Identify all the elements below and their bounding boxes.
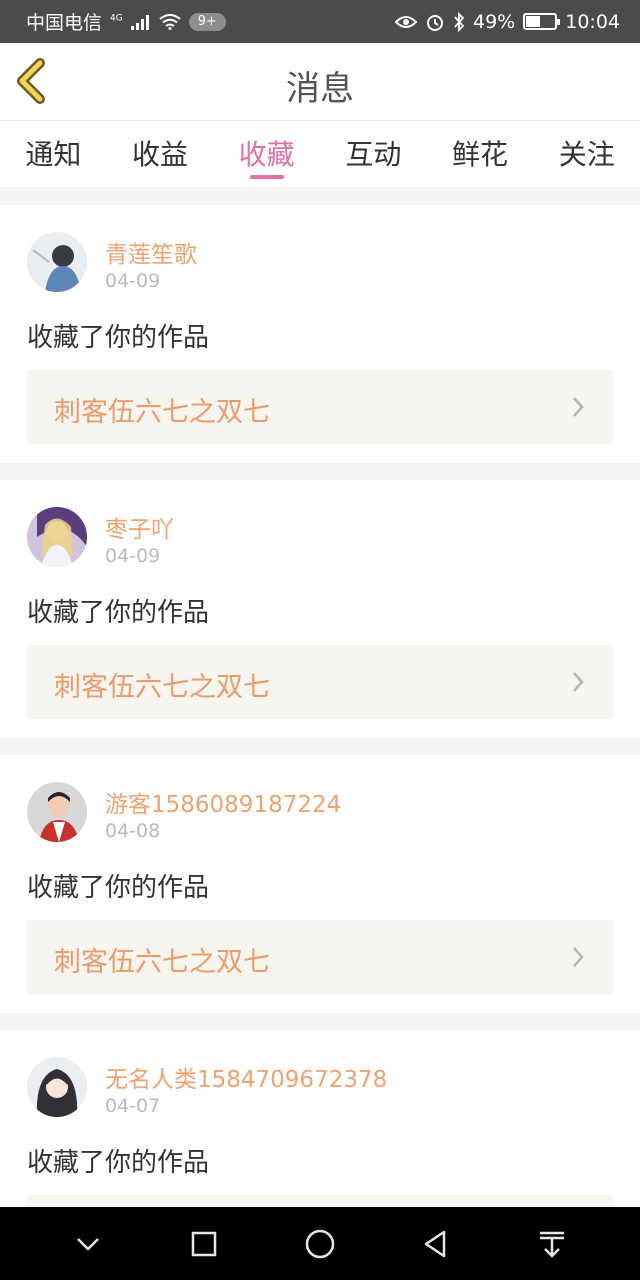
username[interactable]: 枣子吖 [105, 510, 174, 544]
nav-recent-icon[interactable] [184, 1224, 224, 1264]
message-date: 04-07 [105, 1095, 161, 1117]
signal-icon [130, 14, 149, 30]
message-list: 青莲笙歌 04-09 收藏了你的作品 刺客伍六七之双七 枣子吖 04-09 收藏… [0, 205, 640, 1280]
work-title: 刺客伍六七之双七 [54, 672, 270, 703]
page-title: 消息 [286, 69, 354, 109]
message-date: 04-09 [105, 545, 161, 567]
message-text: 收藏了你的作品 [27, 873, 210, 903]
tab-bar: 通知 收益 收藏 互动 鲜花 关注 [0, 121, 640, 187]
list-item: 青莲笙歌 04-09 收藏了你的作品 刺客伍六七之双七 [0, 205, 640, 463]
avatar[interactable] [27, 782, 87, 842]
username[interactable]: 无名人类1584709672378 [105, 1060, 387, 1094]
avatar[interactable] [27, 232, 87, 292]
network-type: 4G [110, 13, 123, 24]
list-item: 枣子吖 04-09 收藏了你的作品 刺客伍六七之双七 [0, 480, 640, 738]
status-right: 49% 10:04 [395, 11, 620, 33]
avatar[interactable] [27, 1057, 87, 1117]
alarm-icon [427, 14, 443, 31]
nav-back-icon[interactable] [416, 1224, 456, 1264]
work-link[interactable]: 刺客伍六七之双七 [27, 645, 613, 719]
carrier-label: 中国电信 [26, 12, 103, 34]
message-date: 04-08 [105, 820, 161, 842]
tab-earnings[interactable]: 收益 [107, 121, 214, 187]
message-text: 收藏了你的作品 [27, 598, 210, 628]
navigation-bar: 消息 [0, 43, 640, 121]
battery-fill [526, 16, 541, 27]
nav-home-icon[interactable] [300, 1224, 340, 1264]
username[interactable]: 青莲笙歌 [105, 235, 197, 269]
chevron-right-icon [573, 397, 584, 417]
username[interactable]: 游客1586089187224 [105, 785, 341, 819]
nav-notification-icon[interactable] [532, 1224, 572, 1264]
message-text: 收藏了你的作品 [27, 323, 210, 353]
tab-notifications[interactable]: 通知 [0, 121, 107, 187]
bluetooth-icon [454, 11, 465, 32]
clock: 10:04 [565, 10, 620, 33]
message-text: 收藏了你的作品 [27, 1148, 210, 1178]
tab-favorites[interactable]: 收藏 [213, 121, 320, 187]
avatar[interactable] [27, 507, 87, 567]
chevron-right-icon [573, 672, 584, 692]
nav-down-icon[interactable] [68, 1224, 108, 1264]
wifi-icon [159, 13, 181, 30]
battery-percent: 49% [473, 10, 516, 33]
battery-icon [523, 13, 561, 30]
work-link[interactable]: 刺客伍六七之双七 [27, 370, 613, 444]
work-link[interactable]: 刺客伍六七之双七 [27, 920, 613, 994]
status-bar: 中国电信 4G 9+ 49% 10:04 [0, 0, 640, 43]
eye-icon [395, 15, 417, 28]
work-title: 刺客伍六七之双七 [54, 947, 270, 978]
list-item: 游客1586089187224 04-08 收藏了你的作品 刺客伍六七之双七 [0, 755, 640, 1013]
chevron-right-icon [573, 947, 584, 967]
message-date: 04-09 [105, 270, 161, 292]
tab-interactions[interactable]: 互动 [320, 121, 427, 187]
notification-badge: 9+ [188, 12, 226, 31]
system-navigation-bar [0, 1207, 640, 1280]
tab-flowers[interactable]: 鲜花 [427, 121, 534, 187]
tab-follows[interactable]: 关注 [533, 121, 640, 187]
status-left: 中国电信 4G 9+ [26, 8, 226, 35]
work-title: 刺客伍六七之双七 [54, 397, 270, 428]
